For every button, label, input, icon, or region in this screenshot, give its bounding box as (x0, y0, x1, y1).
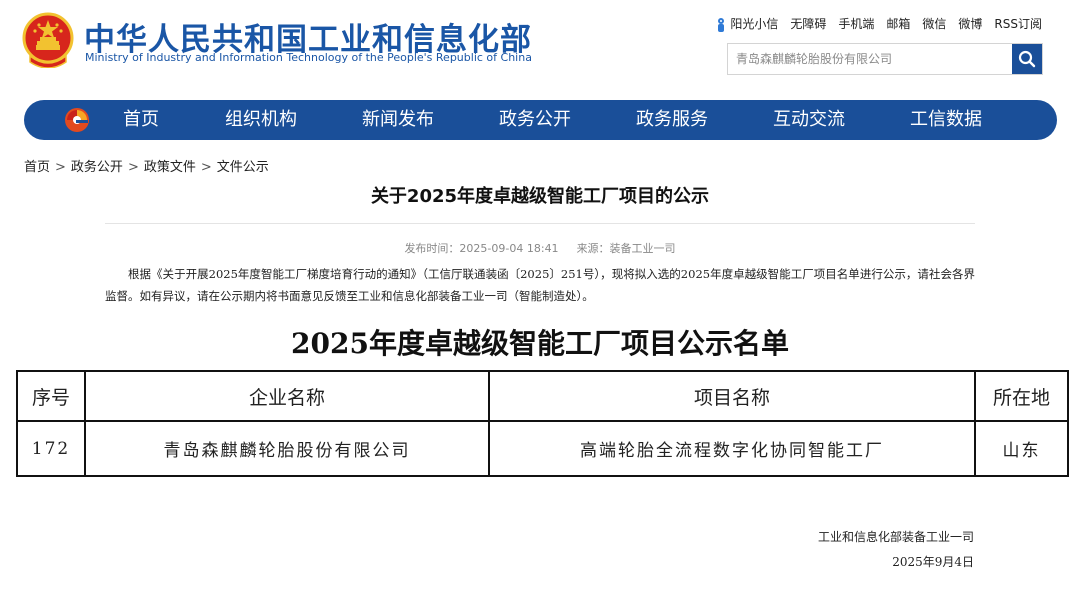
list-title: 2025年度卓越级智能工厂项目公示名单 (291, 327, 789, 360)
breadcrumb-gov-affairs[interactable]: 政务公开 (71, 160, 123, 175)
search-icon (1018, 50, 1036, 68)
project-table: 序号 企业名称 项目名称 所在地 172 青岛森麒麟轮胎股份有限公司 高端轮胎全… (16, 370, 1069, 477)
article-title: 关于2025年度卓越级智能工厂项目的公示 (370, 186, 710, 207)
site-header: 中华人民共和国工业和信息化部 Ministry of Industry and … (0, 0, 1080, 100)
cell-location: 山东 (974, 420, 1069, 477)
breadcrumb-home[interactable]: 首页 (24, 160, 50, 175)
top-link-label: 阳光小信 (730, 17, 779, 31)
nav-item-home[interactable]: 首页 (123, 100, 159, 140)
breadcrumb-separator: > (55, 160, 66, 175)
breadcrumb: 首页 > 政务公开 > 政策文件 > 文件公示 (24, 156, 269, 175)
search-input[interactable] (728, 44, 1012, 74)
header-location: 所在地 (974, 370, 1069, 422)
nav-item-services[interactable]: 政务服务 (636, 100, 708, 140)
table-header-row: 序号 企业名称 项目名称 所在地 (16, 370, 1069, 422)
nav-item-data[interactable]: 工信数据 (910, 100, 982, 140)
top-link-sunshine[interactable]: 阳光小信 (715, 15, 778, 33)
article-body: 根据《关于开展2025年度智能工厂梯度培育行动的通知》（工信厅联通装函〔2025… (105, 267, 975, 303)
signature: 工业和信息化部装备工业一司 (817, 530, 974, 544)
main-nav: 首页 组织机构 新闻发布 政务公开 政务服务 互动交流 工信数据 (24, 100, 1057, 140)
nav-item-government-affairs[interactable]: 政务公开 (499, 100, 571, 140)
top-link-rss[interactable]: RSS订阅 (994, 15, 1042, 32)
title-divider (105, 223, 975, 224)
search-box (727, 43, 1043, 75)
nav-item-news[interactable]: 新闻发布 (362, 100, 434, 140)
publish-time: 发布时间：2025-09-04 18:41 (404, 242, 559, 255)
top-link-mail[interactable]: 邮箱 (886, 15, 910, 32)
top-link-wechat[interactable]: 微信 (922, 15, 946, 32)
breadcrumb-policy-docs[interactable]: 政策文件 (144, 160, 196, 175)
cell-company: 青岛森麒麟轮胎股份有限公司 (84, 420, 490, 477)
top-link-accessibility[interactable]: 无障碍 (790, 15, 826, 32)
top-links: 阳光小信 无障碍 手机端 邮箱 微信 微博 RSS订阅 (715, 15, 1042, 33)
search-button[interactable] (1012, 44, 1042, 74)
breadcrumb-separator: > (127, 160, 139, 175)
nav-item-interaction[interactable]: 互动交流 (773, 100, 845, 140)
cell-serial: 172 (16, 420, 86, 477)
header-serial: 序号 (16, 370, 86, 422)
top-link-weibo[interactable]: 微博 (958, 15, 982, 32)
nav-item-organization[interactable]: 组织机构 (225, 100, 297, 140)
breadcrumb-file-notice[interactable]: 文件公示 (217, 160, 269, 175)
signature-date: 2025年9月4日 (892, 555, 974, 569)
article-meta: 发布时间：2025-09-04 18:41 来源：装备工业一司 (0, 240, 1080, 256)
breadcrumb-separator: > (200, 160, 212, 175)
cell-project: 高端轮胎全流程数字化协同智能工厂 (488, 420, 976, 477)
miit-logo-icon[interactable] (64, 107, 90, 133)
header-company: 企业名称 (84, 370, 490, 422)
header-project: 项目名称 (488, 370, 976, 422)
mascot-icon (718, 17, 725, 32)
article-source: 来源：装备工业一司 (576, 242, 676, 255)
table-row: 172 青岛森麒麟轮胎股份有限公司 高端轮胎全流程数字化协同智能工厂 山东 (16, 420, 1069, 477)
site-subtitle: Ministry of Industry and Information Tec… (85, 51, 532, 64)
national-emblem-icon[interactable] (22, 12, 74, 68)
top-link-mobile[interactable]: 手机端 (838, 15, 874, 32)
